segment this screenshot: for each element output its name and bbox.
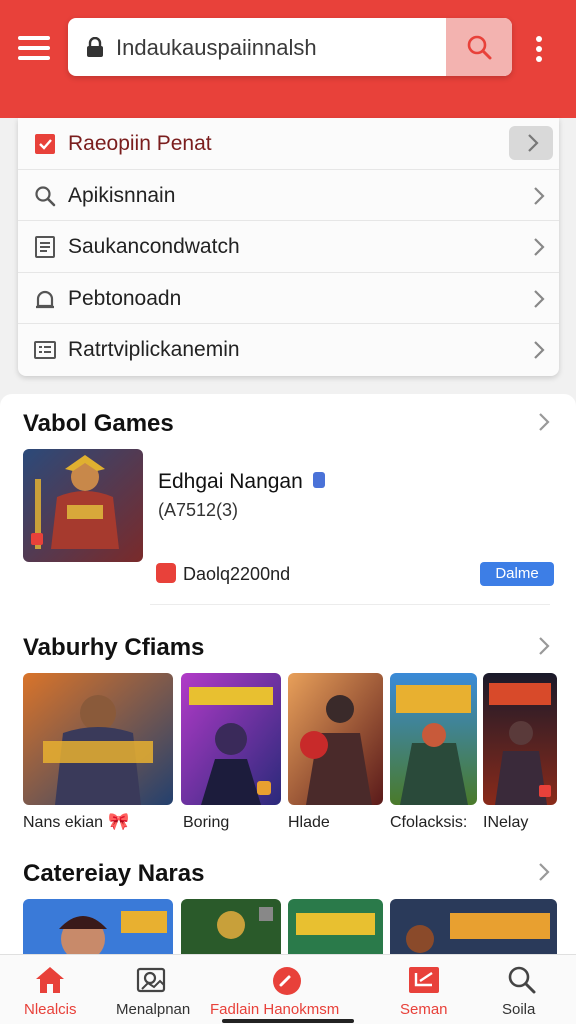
nav-label: Seman [400, 1001, 448, 1018]
bottom-navigation: Nlealcis Menalpnan Fadlain Hanokmsm Sema… [0, 954, 576, 1024]
chevron-right-icon [534, 238, 545, 256]
hamburger-menu-icon[interactable] [18, 36, 50, 62]
bow-icon: 🎀 [108, 812, 130, 831]
list-icon [34, 341, 56, 360]
document-icon [35, 236, 55, 259]
suggestion-item[interactable]: Raeopiin Penat [18, 118, 559, 170]
more-options-icon[interactable] [532, 36, 546, 64]
verified-badge-icon [313, 472, 325, 488]
search-button[interactable] [446, 18, 512, 76]
gallery-icon [136, 967, 166, 993]
game-caption: INelay [483, 814, 529, 831]
game-thumbnail[interactable] [288, 899, 383, 954]
search-bar[interactable]: Indaukauspaiinnalsh [68, 18, 512, 76]
home-icon [36, 967, 64, 993]
game-thumbnail[interactable] [181, 673, 281, 805]
nav-item-home[interactable]: Nlealcis [0, 955, 100, 1024]
game-thumbnail[interactable] [390, 673, 477, 805]
featured-game-code: (A7512(3) [158, 500, 239, 520]
nav-item-stats[interactable]: Seman [380, 955, 470, 1024]
gauge-icon [273, 967, 301, 995]
search-icon [35, 185, 56, 206]
suggestion-item[interactable]: Apikisnnain [18, 170, 559, 222]
suggestion-label: Saukancondwatch [68, 235, 240, 259]
suggestion-label: Ratrtviplickanemin [68, 338, 240, 362]
game-thumbnail[interactable] [181, 899, 281, 954]
suggestion-label: Raeopiin Penat [68, 132, 212, 155]
search-suggestions-dropdown: Raeopiin Penat Apikisnnain Saukancondwat… [18, 118, 559, 376]
nav-item-dashboard[interactable]: Fadlain Hanokmsm [205, 955, 365, 1024]
game-thumbnail[interactable] [23, 673, 173, 805]
game-caption: Hlade [288, 814, 330, 831]
chevron-right-icon[interactable] [538, 412, 550, 432]
install-button[interactable]: Dalme [480, 562, 554, 586]
chart-icon [409, 967, 439, 993]
nav-label: Nlealcis [24, 1001, 77, 1018]
chevron-right-icon [528, 134, 539, 152]
nav-item-search[interactable]: Soila [480, 955, 570, 1024]
suggestion-label: Pebtonoadn [68, 286, 182, 310]
game-caption: Boring [183, 814, 230, 831]
game-caption: Cfolacksis: [390, 814, 468, 831]
game-thumbnail[interactable] [23, 899, 173, 954]
section-title: Catereiay Naras [23, 860, 205, 887]
nav-label: Fadlain Hanokmsm [210, 1001, 340, 1018]
bell-icon [36, 290, 54, 308]
search-icon [467, 35, 492, 60]
section-title: Vaburhy Cfiams [23, 634, 205, 661]
divider [150, 604, 550, 605]
suggestion-expand-button[interactable] [509, 126, 553, 160]
suggestion-item[interactable]: Ratrtviplickanemin [18, 324, 559, 376]
chevron-right-icon[interactable] [538, 862, 550, 882]
nav-item-gallery[interactable]: Menalpnan [100, 955, 200, 1024]
suggestion-label: Apikisnnain [68, 183, 176, 207]
nav-label: Soila [502, 1001, 536, 1018]
search-input[interactable]: Indaukauspaiinnalsh [116, 35, 317, 61]
section-title: Vabol Games [23, 410, 174, 437]
game-caption: Nans ekian [23, 814, 104, 831]
suggestion-item[interactable]: Saukancondwatch [18, 221, 559, 273]
chevron-right-icon [534, 186, 545, 205]
suggestion-item[interactable]: Pebtonoadn [18, 273, 559, 325]
game-thumbnail[interactable] [483, 673, 557, 805]
home-indicator [222, 1019, 354, 1023]
game-thumbnail[interactable] [288, 673, 383, 805]
app-header: Indaukauspaiinnalsh [0, 0, 576, 118]
chevron-right-icon [534, 290, 545, 308]
checkbox-icon [35, 134, 55, 154]
search-icon [508, 966, 536, 994]
featured-game-meta: Daolq2200nd [183, 564, 291, 584]
nav-label: Menalpnan [116, 1001, 191, 1018]
store-icon [156, 563, 176, 583]
lock-icon [87, 37, 103, 57]
game-thumbnail[interactable] [390, 899, 557, 954]
chevron-right-icon[interactable] [538, 636, 550, 656]
chevron-right-icon [534, 341, 545, 360]
featured-game-title: Edhgai Nangan [158, 470, 303, 493]
main-content: Vabol Games Edhgai Nangan (A7512(3) Daol… [0, 394, 576, 954]
featured-game-image[interactable] [23, 449, 143, 562]
